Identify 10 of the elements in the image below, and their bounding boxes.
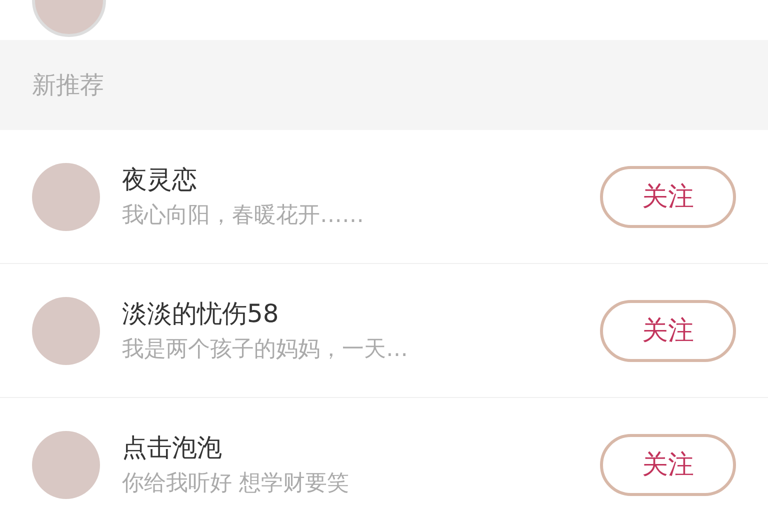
user-name: 淡淡的忧伤58 [122,298,280,330]
user-bio: 你给我听好 想学财要笑 [122,470,350,498]
user-bio: 我是两个孩子的妈妈，一天… [122,336,409,364]
user-name: 夜灵恋 [122,164,198,196]
follow-button[interactable]: 关注 [600,300,736,362]
user-name: 点击泡泡 [122,432,223,464]
user-bio: 我心向阳，春暖花开…… [122,202,365,230]
follow-button[interactable]: 关注 [600,166,736,228]
section-title: 新推荐 [32,70,104,101]
follow-button[interactable]: 关注 [600,434,736,496]
